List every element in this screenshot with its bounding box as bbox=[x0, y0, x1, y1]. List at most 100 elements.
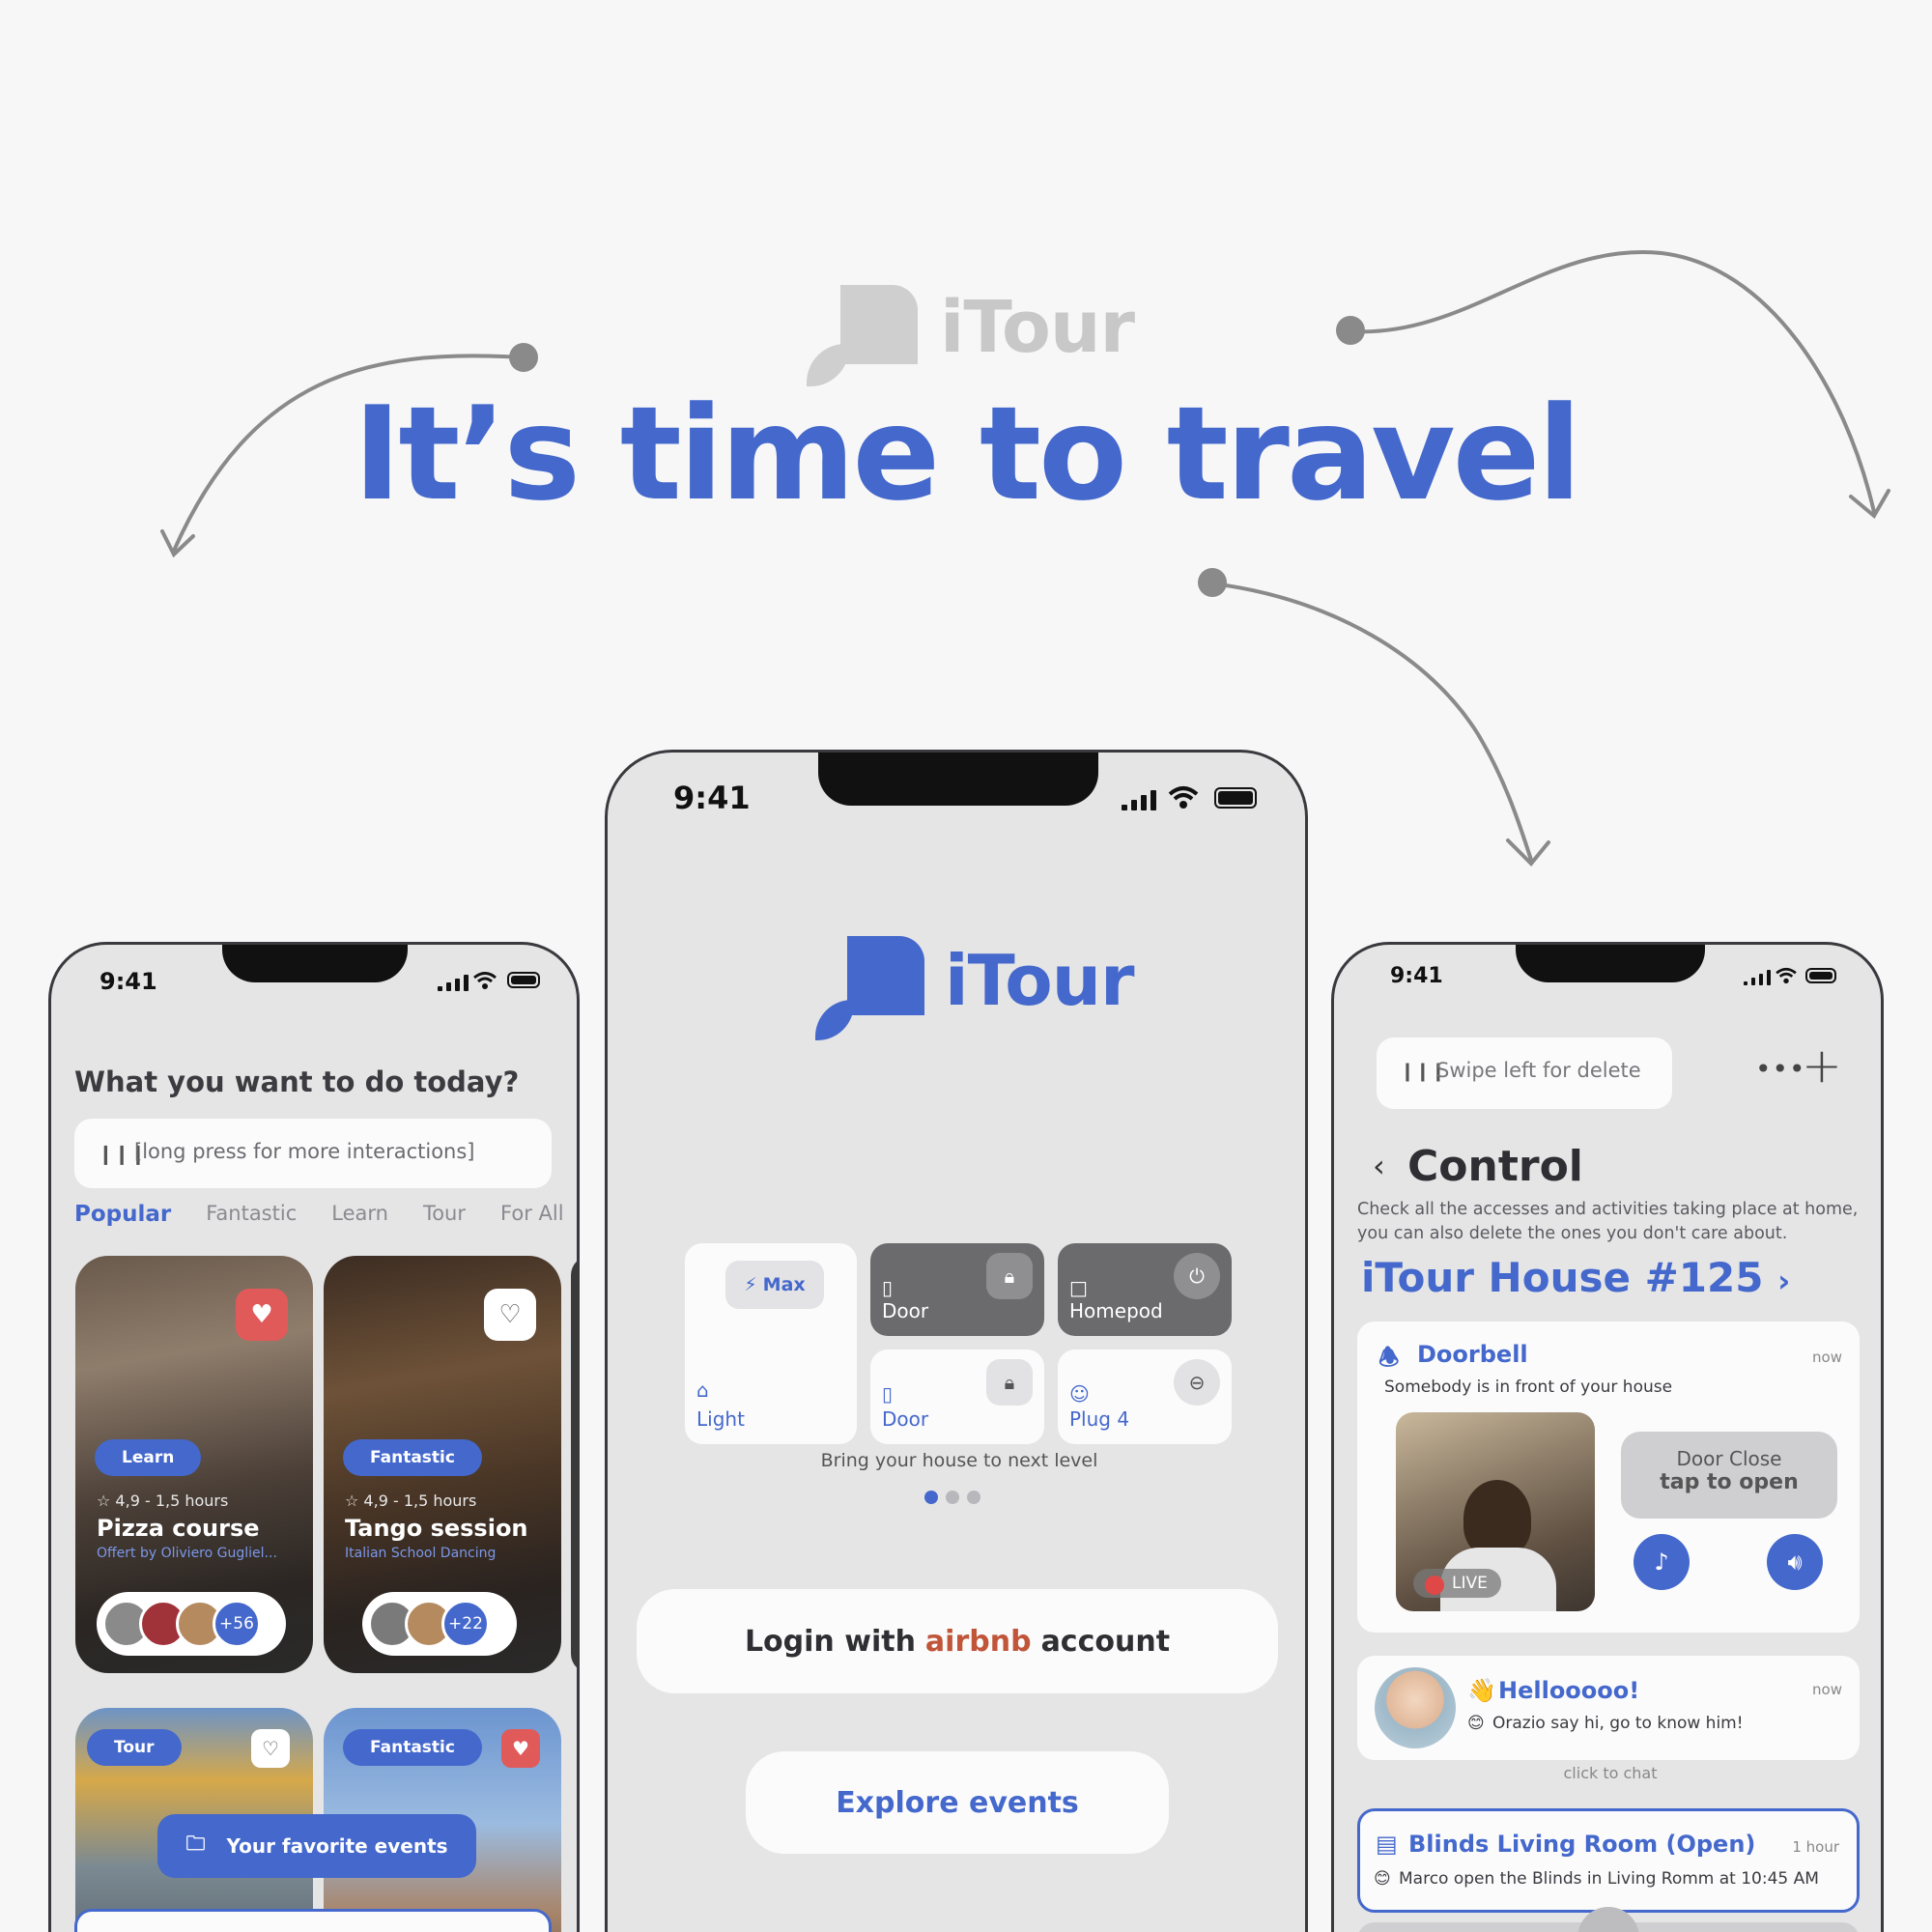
max-badge[interactable]: ⚡︎ Max bbox=[725, 1261, 824, 1309]
talk-icon[interactable]: ♪ bbox=[1634, 1534, 1690, 1590]
minus-icon[interactable]: ⊖ bbox=[1174, 1359, 1220, 1406]
tab-tour[interactable]: Tour bbox=[423, 1202, 466, 1227]
tile-label: Light bbox=[696, 1407, 745, 1431]
explore-events-button[interactable]: Explore events bbox=[746, 1751, 1169, 1854]
tile-label: Plug 4 bbox=[1069, 1407, 1130, 1431]
notch bbox=[222, 945, 408, 982]
category-tabs: Popular Fantastic Learn Tour For All bbox=[74, 1202, 567, 1227]
wifi-icon bbox=[1168, 786, 1199, 809]
click-to-chat-hint: click to chat bbox=[1563, 1764, 1658, 1782]
login-suffix: account bbox=[1040, 1624, 1171, 1659]
card-text: Orazio say hi, go to know him! bbox=[1492, 1714, 1744, 1733]
bottom-card bbox=[74, 1909, 552, 1932]
tile-door-locked[interactable]: ▯ Door 🔒︎ bbox=[870, 1243, 1044, 1336]
tile-label: Door bbox=[882, 1407, 929, 1431]
visitor-figure bbox=[1463, 1480, 1531, 1557]
login-airbnb-button[interactable]: Login with airbnb account bbox=[637, 1589, 1278, 1693]
lock-icon[interactable]: 🔒︎ bbox=[986, 1253, 1033, 1299]
more-options-icon[interactable]: ••• bbox=[1755, 1053, 1806, 1085]
page-title: What you want to do today? bbox=[74, 1065, 520, 1098]
status-time: 9:41 bbox=[673, 780, 751, 816]
category-tag: Fantastic bbox=[343, 1439, 482, 1476]
door-open-button[interactable]: Door Close tap to open bbox=[1621, 1432, 1837, 1519]
wifi-icon bbox=[473, 972, 497, 989]
favorite-events-button[interactable]: 🗀 Your favorite events bbox=[157, 1814, 476, 1878]
card-title: Hellooooo! bbox=[1498, 1677, 1640, 1704]
tab-learn[interactable]: Learn bbox=[331, 1202, 388, 1227]
add-icon[interactable]: + bbox=[1802, 1037, 1842, 1094]
event-card-pizza[interactable]: ♥ Learn ☆ 4,9 - 1,5 hours Pizza course O… bbox=[75, 1256, 313, 1673]
notch bbox=[818, 753, 1098, 806]
lightning-icon: ⚡︎ bbox=[744, 1274, 757, 1295]
favorite-heart-icon[interactable]: ♥ bbox=[236, 1289, 288, 1341]
brand-name: iTour bbox=[945, 940, 1134, 1021]
battery-icon bbox=[507, 972, 540, 988]
timestamp: 1 hour bbox=[1792, 1838, 1839, 1856]
tile-homepod[interactable]: □ Homepod ⏻ bbox=[1058, 1243, 1232, 1336]
card-subtitle: Italian School Dancing bbox=[345, 1546, 497, 1561]
tab-popular[interactable]: Popular bbox=[74, 1202, 171, 1227]
speaker-icon: □ bbox=[1069, 1276, 1088, 1299]
event-card-partial bbox=[571, 1256, 577, 1673]
logo-square-icon bbox=[847, 936, 924, 1015]
card-title: Blinds Living Room (Open) bbox=[1408, 1831, 1756, 1858]
participants-count: +56 bbox=[213, 1600, 261, 1648]
card-text: Somebody is in front of your house bbox=[1384, 1378, 1673, 1397]
back-chevron-icon[interactable]: ‹ bbox=[1373, 1148, 1385, 1184]
page-indicator[interactable] bbox=[924, 1491, 980, 1504]
door-icon: ▯ bbox=[882, 1276, 894, 1299]
max-label: Max bbox=[762, 1274, 806, 1295]
smile-emoji: 😊 bbox=[1374, 1869, 1391, 1889]
blinds-icon: ▤ bbox=[1376, 1831, 1398, 1858]
card-title: Tango session bbox=[345, 1515, 528, 1542]
wifi-icon bbox=[1776, 967, 1797, 984]
plug-icon: ☺ bbox=[1069, 1382, 1090, 1406]
tile-door[interactable]: ▯ Door 🔒︎ bbox=[870, 1350, 1044, 1444]
rating-duration: ☆ 4,9 - 1,5 hours bbox=[345, 1492, 477, 1510]
category-tag: Fantastic bbox=[343, 1729, 482, 1766]
page-description: Check all the accesses and activities ta… bbox=[1357, 1200, 1859, 1243]
tab-for-all[interactable]: For All bbox=[500, 1202, 564, 1227]
blinds-card[interactable]: ▤ Blinds Living Room (Open) 1 hour 😊 Mar… bbox=[1357, 1808, 1860, 1913]
category-tag: Learn bbox=[95, 1439, 202, 1476]
door-icon: ▯ bbox=[882, 1382, 894, 1406]
participants-count: +22 bbox=[441, 1600, 490, 1648]
favorite-heart-outline-icon[interactable]: ♡ bbox=[251, 1729, 290, 1768]
favorite-heart-outline-icon[interactable]: ♡ bbox=[484, 1289, 536, 1341]
tile-label: Door bbox=[882, 1299, 929, 1322]
message-card[interactable]: 👋 Hellooooo! now 😊 Orazio say hi, go to … bbox=[1357, 1656, 1860, 1760]
door-action: tap to open bbox=[1660, 1470, 1799, 1494]
arrow-head bbox=[1506, 838, 1550, 867]
lock-icon[interactable]: 🔒︎ bbox=[986, 1359, 1033, 1406]
card-text: Marco open the Blinds in Living Romm at … bbox=[1399, 1869, 1819, 1889]
logo-leaf-icon bbox=[815, 1000, 854, 1040]
card-subtitle: Offert by Oliviero Gugliel... bbox=[97, 1546, 277, 1561]
house-selector[interactable]: iTour House #125 › bbox=[1361, 1254, 1790, 1301]
speaker-icon[interactable]: 🔊︎ bbox=[1767, 1534, 1823, 1590]
tagline: Bring your house to next level bbox=[820, 1450, 1098, 1471]
search-placeholder: [long press for more interactions] bbox=[134, 1140, 475, 1163]
doorbell-card[interactable]: 🕭︎ Doorbell now Somebody is in front of … bbox=[1357, 1321, 1860, 1633]
event-card-tango[interactable]: ♡ Fantastic ☆ 4,9 - 1,5 hours Tango sess… bbox=[324, 1256, 561, 1673]
airbnb-label: airbnb bbox=[924, 1624, 1032, 1659]
doorbell-camera-feed[interactable]: LIVE bbox=[1396, 1412, 1595, 1611]
door-state: Door Close bbox=[1676, 1447, 1782, 1470]
power-icon[interactable]: ⏻ bbox=[1174, 1253, 1220, 1299]
page-title: Control bbox=[1407, 1142, 1583, 1191]
battery-icon bbox=[1214, 787, 1257, 809]
phone-activities: 9:41 What you want to do today? ❙❙❙ [lon… bbox=[48, 942, 580, 1932]
headline: It’s time to travel bbox=[353, 379, 1582, 529]
timestamp: now bbox=[1812, 1349, 1842, 1366]
tab-fantastic[interactable]: Fantastic bbox=[206, 1202, 297, 1227]
lamp-icon: ⌂ bbox=[696, 1378, 709, 1402]
status-time: 9:41 bbox=[99, 968, 157, 995]
signal-icon bbox=[1122, 789, 1156, 810]
brand-logo: iTour bbox=[815, 936, 1134, 1052]
live-badge: LIVE bbox=[1413, 1569, 1501, 1598]
signal-icon bbox=[1744, 970, 1771, 985]
swipe-hint-bar: ❙❙❙ Swipe left for delete bbox=[1377, 1037, 1672, 1109]
tile-plug[interactable]: ☺ Plug 4 ⊖ bbox=[1058, 1350, 1232, 1444]
favorite-heart-icon[interactable]: ♥ bbox=[501, 1729, 540, 1768]
tile-light[interactable]: ⚡︎ Max ⌂ Light bbox=[685, 1243, 857, 1444]
search-input[interactable]: ❙❙❙ [long press for more interactions] bbox=[74, 1119, 552, 1188]
